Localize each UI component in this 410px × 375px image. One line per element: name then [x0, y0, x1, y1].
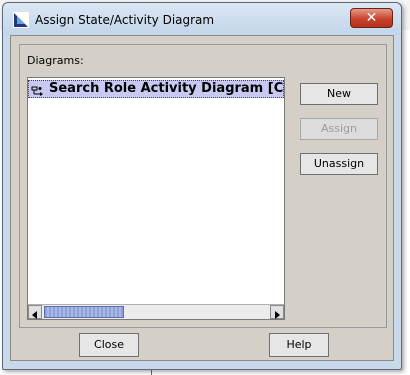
activity-diagram-icon	[31, 83, 44, 96]
assign-diagram-dialog: Assign State/Activity Diagram ✕ Diagrams…	[2, 2, 402, 370]
triangle-right-icon	[275, 311, 280, 319]
scroll-thumb[interactable]	[44, 306, 124, 318]
window-close-button[interactable]: ✕	[350, 8, 393, 28]
scroll-right-button[interactable]	[270, 305, 284, 319]
app-icon	[13, 12, 29, 28]
title-bar[interactable]: Assign State/Activity Diagram ✕	[3, 3, 401, 35]
diagrams-label: Diagrams:	[27, 54, 84, 67]
list-item-label: Search Role Activity Diagram [Compo	[49, 81, 284, 96]
new-button[interactable]: New	[300, 83, 378, 105]
horizontal-scrollbar[interactable]	[28, 304, 284, 319]
diagrams-list[interactable]: Search Role Activity Diagram [Compo	[27, 77, 285, 320]
dialog-content: Diagrams: Search Role Activity Diagram […	[10, 35, 394, 361]
window-title: Assign State/Activity Diagram	[35, 13, 215, 27]
scroll-left-button[interactable]	[28, 305, 42, 319]
close-button[interactable]: Close	[79, 333, 139, 357]
help-button[interactable]: Help	[269, 333, 329, 357]
list-item[interactable]: Search Role Activity Diagram [Compo	[28, 80, 284, 98]
triangle-left-icon	[32, 311, 37, 319]
assign-button[interactable]: Assign	[300, 118, 378, 140]
unassign-button[interactable]: Unassign	[300, 153, 378, 175]
close-icon: ✕	[365, 10, 378, 26]
